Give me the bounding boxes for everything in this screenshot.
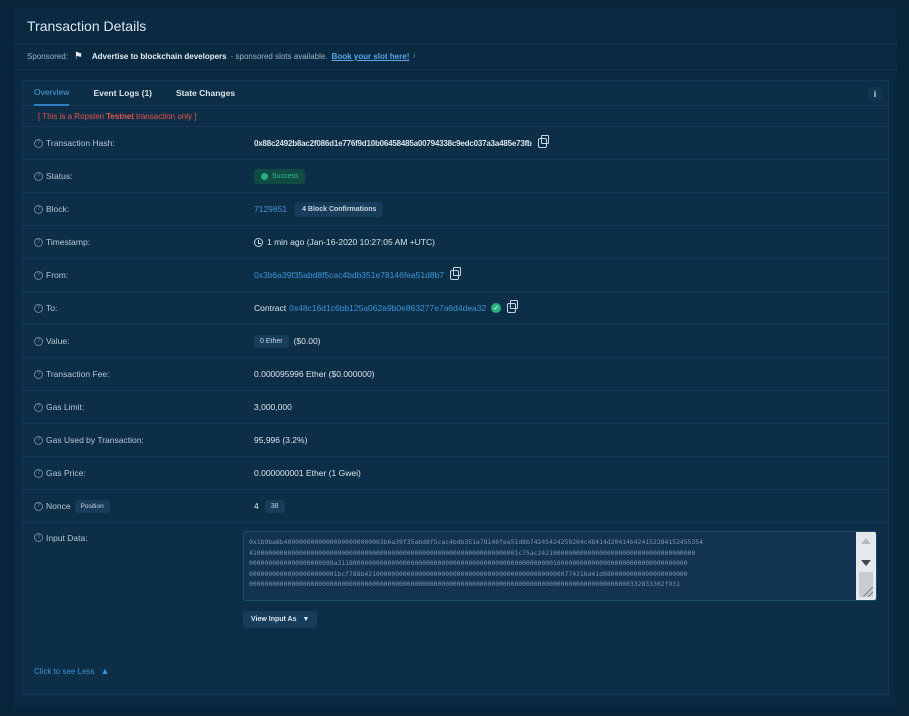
testnet-pre: [ This is a Ropsten xyxy=(38,111,105,121)
to-prefix: Contract xyxy=(254,303,287,313)
fee-value: 0.000095996 Ether ($0.000000) xyxy=(254,369,375,379)
arrow-up-icon: ▲ xyxy=(100,666,110,676)
help-icon[interactable]: ? xyxy=(34,402,43,412)
nonce-label: Nonce xyxy=(46,501,71,511)
input-line: 0x1b9ba8b40000000000000000000000003b6a39… xyxy=(249,538,704,546)
tab-overview[interactable]: Overview xyxy=(34,81,70,106)
block-link[interactable]: 7129851 xyxy=(254,204,287,214)
sponsor-text: - sponsored slots available. xyxy=(230,52,328,61)
view-input-as-button[interactable]: View Input As ▼ xyxy=(243,611,318,628)
row-value: ? Value: 0 Ether ($0.00) xyxy=(23,325,888,358)
transaction-card: Overview Event Logs (1) State Changes i … xyxy=(22,80,889,695)
tab-event-logs[interactable]: Event Logs (1) xyxy=(93,81,152,106)
scroll-down-icon[interactable] xyxy=(861,560,871,566)
row-timestamp: ? Timestamp: 1 min ago (Jan-16-2020 10:27… xyxy=(23,226,888,259)
gas-used-value: 95,996 (3.2%) xyxy=(254,435,308,445)
position-value: 38 xyxy=(264,499,285,513)
page-title: Transaction Details xyxy=(14,8,897,44)
page-frame: Transaction Details Sponsored: ⚑ Adverti… xyxy=(14,8,897,708)
flag-icon: ⚑ xyxy=(73,51,83,62)
block-label: Block: xyxy=(46,204,70,214)
sponsor-bar: Sponsored: ⚑ Advertise to blockchain dev… xyxy=(14,44,897,70)
chevron-down-icon: ▼ xyxy=(302,616,310,623)
status-badge: Success xyxy=(254,168,306,184)
input-line: 4100000000000000000000000000000000000000… xyxy=(249,548,696,557)
sponsor-prefix: Sponsored: xyxy=(27,52,68,61)
status-value: Success xyxy=(272,172,299,180)
row-to: ? To: Contract 0x48c16d1c6bb125a062a9b0e86… xyxy=(23,292,888,325)
help-icon[interactable]: ? xyxy=(34,204,43,214)
position-pill: Position xyxy=(74,499,110,513)
status-label: Status: xyxy=(46,171,73,181)
help-icon[interactable]: ? xyxy=(34,501,43,511)
tab-state-changes[interactable]: State Changes xyxy=(176,81,235,106)
to-label: To: xyxy=(46,303,58,313)
hash-label: Transaction Hash: xyxy=(46,138,115,148)
book-slot-link[interactable]: Book your slot here! xyxy=(332,52,410,61)
verified-check-icon: ✓ xyxy=(491,303,502,313)
from-label: From: xyxy=(46,270,69,280)
timestamp-value: 1 min ago (Jan-16-2020 10:27:05 AM +UTC) xyxy=(267,237,435,247)
scroll-up-icon[interactable] xyxy=(861,538,871,544)
help-icon[interactable]: ? xyxy=(34,171,43,181)
hash-value: 0x88c2492b8ac2f086d1e776f9d10b06458485a0… xyxy=(254,138,532,148)
input-line: 0000000000000000000000000000000000000000… xyxy=(249,580,680,588)
help-icon[interactable]: ? xyxy=(34,435,43,445)
copy-icon[interactable] xyxy=(450,267,462,280)
gas-used-label: Gas Used by Transaction: xyxy=(46,435,144,445)
row-transaction-hash: ? Transaction Hash: 0x88c2492b8ac2f086d1e… xyxy=(23,127,888,160)
help-icon[interactable]: ? xyxy=(34,303,43,313)
gas-limit-label: Gas Limit: xyxy=(46,402,85,412)
help-icon[interactable]: ? xyxy=(34,468,43,478)
help-icon[interactable]: ? xyxy=(34,369,43,379)
testnet-post: transaction only ] xyxy=(135,111,197,121)
clock-icon xyxy=(254,237,263,247)
row-gas-limit: ? Gas Limit: 3,000,000 xyxy=(23,391,888,424)
help-icon[interactable]: ? xyxy=(34,237,43,247)
resize-handle-icon[interactable] xyxy=(863,587,873,597)
help-icon[interactable]: ? xyxy=(34,270,43,280)
input-line: 00000000000000000000001bcf788b4210000000… xyxy=(249,569,688,578)
copy-icon[interactable] xyxy=(537,135,549,148)
copy-icon[interactable] xyxy=(507,300,519,313)
input-data-textarea[interactable]: 0x1b9ba8b40000000000000000000000003b6a39… xyxy=(243,531,877,601)
see-less-label: Click to see Less xyxy=(34,666,95,676)
gas-price-label: Gas Price: xyxy=(46,468,86,478)
row-transaction-fee: ? Transaction Fee: 0.000095996 Ether ($0.… xyxy=(23,358,888,391)
from-address-link[interactable]: 0x3b6a39f35abd8f5cac4bdb351e78146fea51d8… xyxy=(254,270,444,280)
row-block: ? Block: 7129851 4 Block Confirmations xyxy=(23,193,888,226)
info-icon[interactable]: i xyxy=(413,53,415,60)
testnet-notice: [ This is a Ropsten Testnet transaction … xyxy=(23,106,888,127)
input-line: 0000000000000000000099a31180000000000000… xyxy=(249,559,688,567)
row-gas-used: ? Gas Used by Transaction: 95,996 (3.2%) xyxy=(23,424,888,457)
input-data-label: Input Data: xyxy=(46,533,88,543)
sponsor-headline: Advertise to blockchain developers xyxy=(91,52,227,61)
to-address-link[interactable]: 0x48c16d1c6bb125a062a9b0e863277e7a6d4dea… xyxy=(289,303,486,313)
help-icon[interactable]: ? xyxy=(34,336,43,346)
ether-value-pill: 0 Ether xyxy=(254,334,289,348)
row-status: ? Status: Success xyxy=(23,160,888,193)
nonce-value: 4 xyxy=(254,501,259,511)
timestamp-label: Timestamp: xyxy=(46,237,91,247)
check-circle-icon xyxy=(261,172,268,180)
fee-label: Transaction Fee: xyxy=(46,369,110,379)
row-nonce: ? Nonce Position 4 38 xyxy=(23,490,888,523)
gas-price-value: 0.000000001 Ether (1 Gwei) xyxy=(254,468,361,478)
row-gas-price: ? Gas Price: 0.000000001 Ether (1 Gwei) xyxy=(23,457,888,490)
view-input-label: View Input As xyxy=(251,616,297,623)
help-icon[interactable]: ? xyxy=(34,533,43,542)
gas-limit-value: 3,000,000 xyxy=(254,402,292,412)
usd-value: ($0.00) xyxy=(293,336,321,346)
row-input-data: ? Input Data: 0x1b9ba8b400000000000000000… xyxy=(23,523,888,636)
testnet-bold: Testnet xyxy=(106,111,134,121)
confirmations-badge: 4 Block Confirmations xyxy=(295,201,384,217)
help-icon[interactable]: ? xyxy=(34,138,43,148)
more-icon[interactable]: i xyxy=(868,87,882,101)
see-less-link[interactable]: Click to see Less ▲ xyxy=(34,666,109,676)
row-from: ? From: 0x3b6a39f35abd8f5cac4bdb351e78146… xyxy=(23,259,888,292)
tab-bar: Overview Event Logs (1) State Changes i xyxy=(23,81,888,106)
value-label: Value: xyxy=(46,336,70,346)
